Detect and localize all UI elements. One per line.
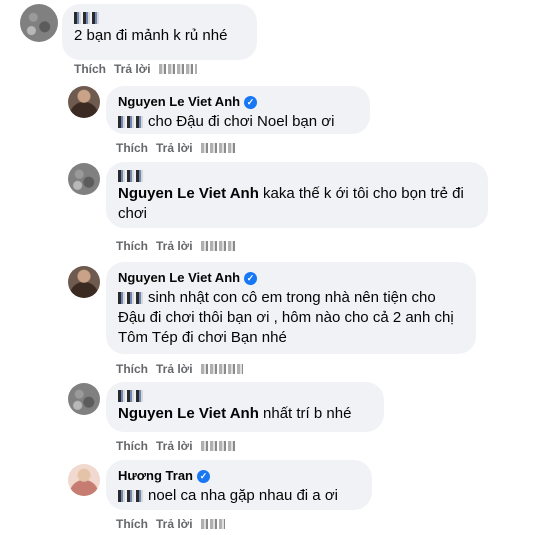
like-button[interactable]: Thích: [116, 439, 148, 453]
reply-button[interactable]: Trả lời: [156, 141, 193, 155]
comment-bubble: Nguyen Le Viet Anh nhất trí b nhé: [106, 382, 384, 432]
redacted-name: [74, 12, 100, 24]
reply-button[interactable]: Trả lời: [156, 439, 193, 453]
comment-bubble: Nguyen Le Viet Anh kaka thế k ới tôi cho…: [106, 162, 488, 228]
like-button[interactable]: Thích: [116, 141, 148, 155]
comment-bubble: 2 bạn đi mảnh k rủ nhé: [62, 4, 257, 60]
timestamp[interactable]: [200, 241, 235, 251]
avatar[interactable]: [68, 86, 100, 118]
comment-bubble: Hương Tran ✓ noel ca nha gặp nhau đi a ơi: [106, 460, 372, 510]
verified-icon: ✓: [244, 271, 258, 285]
timestamp[interactable]: [200, 441, 235, 451]
redacted-mention: [118, 292, 144, 305]
avatar[interactable]: [68, 464, 100, 496]
avatar[interactable]: [68, 163, 100, 195]
comment-author[interactable]: [74, 12, 245, 24]
avatar[interactable]: [68, 383, 100, 415]
comment-actions: Thích Trả lời: [116, 517, 225, 531]
comment-text: noel ca nha gặp nhau đi a ơi: [118, 486, 360, 506]
redacted-name: [118, 390, 144, 402]
timestamp[interactable]: [158, 64, 197, 74]
redacted-mention: [118, 116, 144, 129]
comment-text: cho Đậu đi chơi Noel bạn ơi: [118, 112, 358, 132]
like-button[interactable]: Thích: [116, 517, 148, 531]
comment-author[interactable]: Nguyen Le Viet Anh ✓: [118, 270, 464, 286]
comment-text: sinh nhật con cô em trong nhà nên tiện c…: [118, 289, 454, 346]
redacted-mention: [118, 490, 144, 503]
comment-actions: Thích Trả lời: [116, 239, 235, 253]
comment-text: Nguyen Le Viet Anh kaka thế k ới tôi cho…: [118, 185, 464, 222]
comment-text: 2 bạn đi mảnh k rủ nhé: [74, 27, 228, 44]
comment-author[interactable]: Nguyen Le Viet Anh ✓: [118, 94, 358, 110]
comment-actions: Thích Trả lời: [116, 362, 243, 376]
comment-actions: Thích Trả lời: [116, 439, 235, 453]
reply-button[interactable]: Trả lời: [156, 362, 193, 376]
like-button[interactable]: Thích: [116, 362, 148, 376]
reply-button[interactable]: Trả lời: [114, 62, 151, 76]
reply-button[interactable]: Trả lời: [156, 239, 193, 253]
comment-bubble: Nguyen Le Viet Anh ✓ cho Đậu đi chơi Noel…: [106, 86, 370, 134]
timestamp[interactable]: [200, 519, 225, 529]
like-button[interactable]: Thích: [74, 62, 106, 76]
avatar[interactable]: [20, 4, 58, 42]
comment-actions: Thích Trả lời: [116, 141, 235, 155]
redacted-name: [118, 170, 144, 182]
avatar[interactable]: [68, 266, 100, 298]
comment-text: Nguyen Le Viet Anh nhất trí b nhé: [118, 405, 352, 422]
verified-icon: ✓: [197, 469, 210, 483]
comment-author[interactable]: [118, 390, 372, 402]
comment-author[interactable]: Hương Tran ✓: [118, 468, 360, 484]
verified-icon: ✓: [244, 95, 258, 109]
comment-actions: Thích Trả lời: [74, 62, 197, 76]
reply-button[interactable]: Trả lời: [156, 517, 193, 531]
comment-bubble: Nguyen Le Viet Anh ✓ sinh nhật con cô em …: [106, 262, 476, 354]
timestamp[interactable]: [200, 364, 243, 374]
comment-author[interactable]: [118, 170, 476, 182]
like-button[interactable]: Thích: [116, 239, 148, 253]
timestamp[interactable]: [200, 143, 235, 153]
